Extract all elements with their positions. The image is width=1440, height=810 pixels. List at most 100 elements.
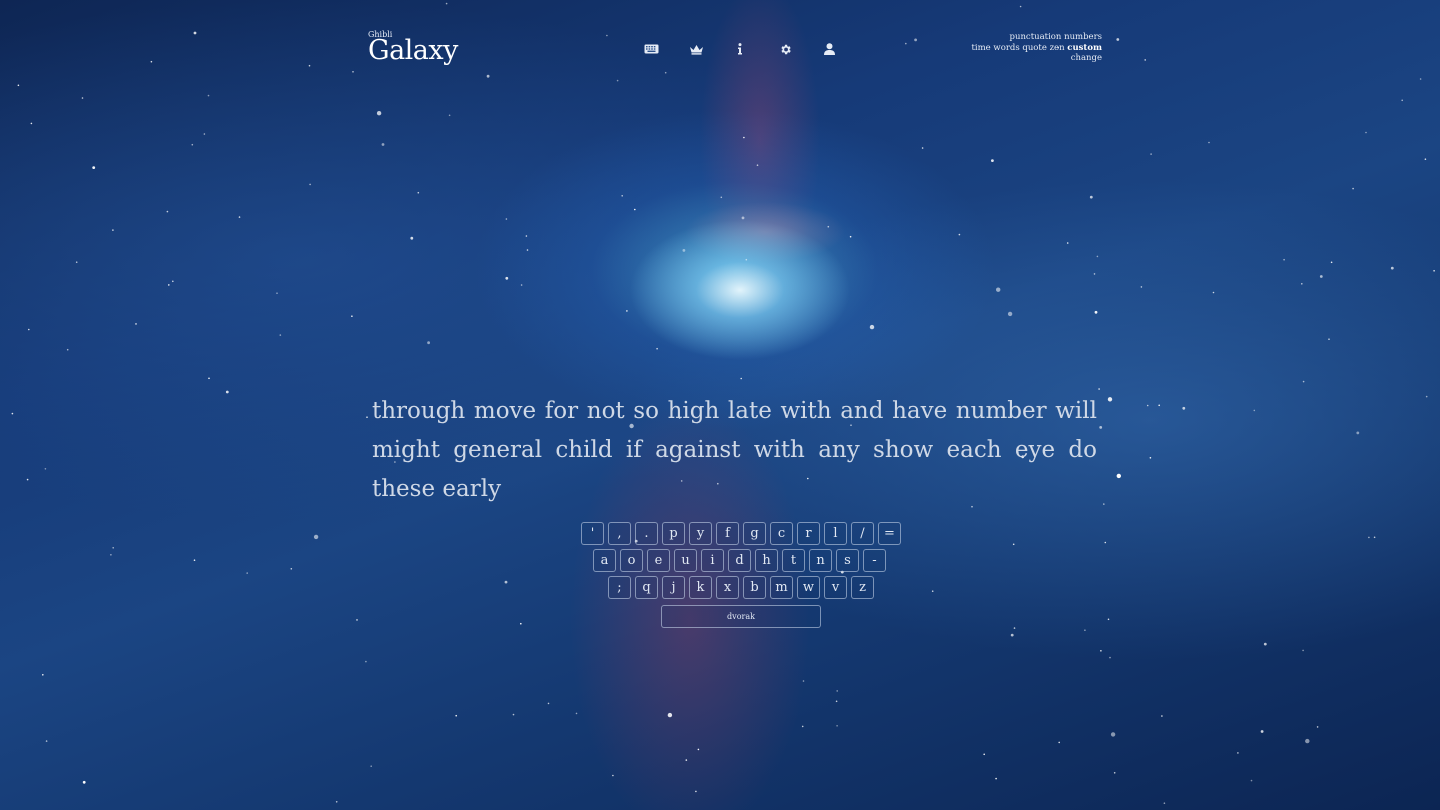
star <box>448 114 451 117</box>
star <box>996 287 1001 292</box>
keymap-key: p <box>662 522 685 545</box>
keymap-key: ; <box>608 576 631 599</box>
star <box>335 801 338 803</box>
settings-button[interactable] <box>774 38 796 60</box>
keymap-key: k <box>689 576 712 599</box>
test-config: punctuation numbers time words quote zen… <box>971 32 1102 64</box>
leaderboard-button[interactable] <box>685 38 707 60</box>
info-icon <box>738 43 742 55</box>
keymap-key: / <box>851 522 874 545</box>
gear-icon <box>780 44 791 54</box>
star <box>193 559 196 561</box>
star <box>92 166 96 170</box>
keymap-key: d <box>728 549 751 572</box>
star <box>172 280 174 283</box>
mode-zen[interactable]: zen <box>1050 43 1065 53</box>
star <box>983 753 985 756</box>
star <box>667 712 673 718</box>
star <box>991 159 994 163</box>
keymap-key: r <box>797 522 820 545</box>
config-row-modifiers: punctuation numbers <box>971 32 1102 43</box>
mode-quote[interactable]: quote <box>1022 43 1046 53</box>
star <box>626 310 628 312</box>
star <box>547 702 550 705</box>
star <box>356 619 358 621</box>
config-row-modes: time words quote zen custom <box>971 43 1102 54</box>
star <box>290 568 293 570</box>
star <box>1110 732 1116 737</box>
punctuation-toggle[interactable]: punctuation <box>1010 32 1062 42</box>
star <box>1149 457 1152 459</box>
star <box>616 79 619 82</box>
star <box>995 777 997 780</box>
keyboard-button[interactable] <box>640 38 662 60</box>
star <box>1330 261 1333 264</box>
star <box>505 218 508 220</box>
star <box>720 196 723 199</box>
star <box>238 216 241 218</box>
star <box>1013 627 1016 629</box>
numbers-toggle[interactable]: numbers <box>1064 32 1102 42</box>
keymap-key: ' <box>581 522 604 545</box>
keymap-key: s <box>836 549 859 572</box>
star <box>1012 543 1015 546</box>
star <box>410 236 414 240</box>
keymap-key: a <box>593 549 616 572</box>
keymap-key: u <box>674 549 697 572</box>
star <box>1098 388 1100 390</box>
star <box>208 377 210 380</box>
star <box>1093 273 1096 275</box>
keymap-key: l <box>824 522 847 545</box>
keymap-key: e <box>647 549 670 572</box>
star <box>756 164 759 166</box>
keymap-key: i <box>701 549 724 572</box>
star <box>1433 270 1435 272</box>
star <box>512 713 515 716</box>
star <box>656 347 658 350</box>
star <box>1305 738 1310 744</box>
star <box>1424 158 1427 160</box>
keymap-key: c <box>770 522 793 545</box>
keymap-key: - <box>863 549 886 572</box>
star <box>836 725 838 727</box>
keymap-key: w <box>797 576 820 599</box>
star <box>1104 541 1107 544</box>
star <box>695 790 697 793</box>
typing-test-words[interactable]: through move for not so high late with a… <box>372 392 1097 509</box>
mode-words[interactable]: words <box>993 43 1019 53</box>
change-custom-button[interactable]: change <box>1071 53 1102 63</box>
account-button[interactable] <box>818 38 840 60</box>
star <box>1182 406 1186 410</box>
star <box>82 780 86 784</box>
user-icon <box>823 43 835 55</box>
star <box>621 195 623 197</box>
star <box>835 700 838 703</box>
star <box>376 111 382 116</box>
mode-time[interactable]: time <box>971 43 990 53</box>
star <box>1066 242 1069 244</box>
star <box>1096 255 1099 258</box>
star <box>612 774 614 777</box>
star <box>203 133 206 135</box>
star <box>520 622 522 625</box>
star <box>112 547 114 549</box>
keymap-spacebar: dvorak <box>661 605 821 628</box>
star <box>365 660 367 663</box>
star <box>1263 642 1267 646</box>
star <box>1140 286 1143 288</box>
mode-custom[interactable]: custom <box>1067 43 1102 53</box>
star <box>135 323 137 325</box>
star <box>504 580 508 584</box>
star <box>1007 311 1013 317</box>
star <box>11 412 14 415</box>
star <box>1401 99 1403 102</box>
about-button[interactable] <box>729 38 751 60</box>
star <box>802 680 805 682</box>
star <box>1103 503 1105 505</box>
logo[interactable]: Ghibli Galaxy <box>368 31 458 65</box>
star <box>505 276 509 280</box>
star <box>1107 397 1113 402</box>
star <box>28 328 30 331</box>
star <box>801 725 804 728</box>
star <box>1212 291 1215 294</box>
